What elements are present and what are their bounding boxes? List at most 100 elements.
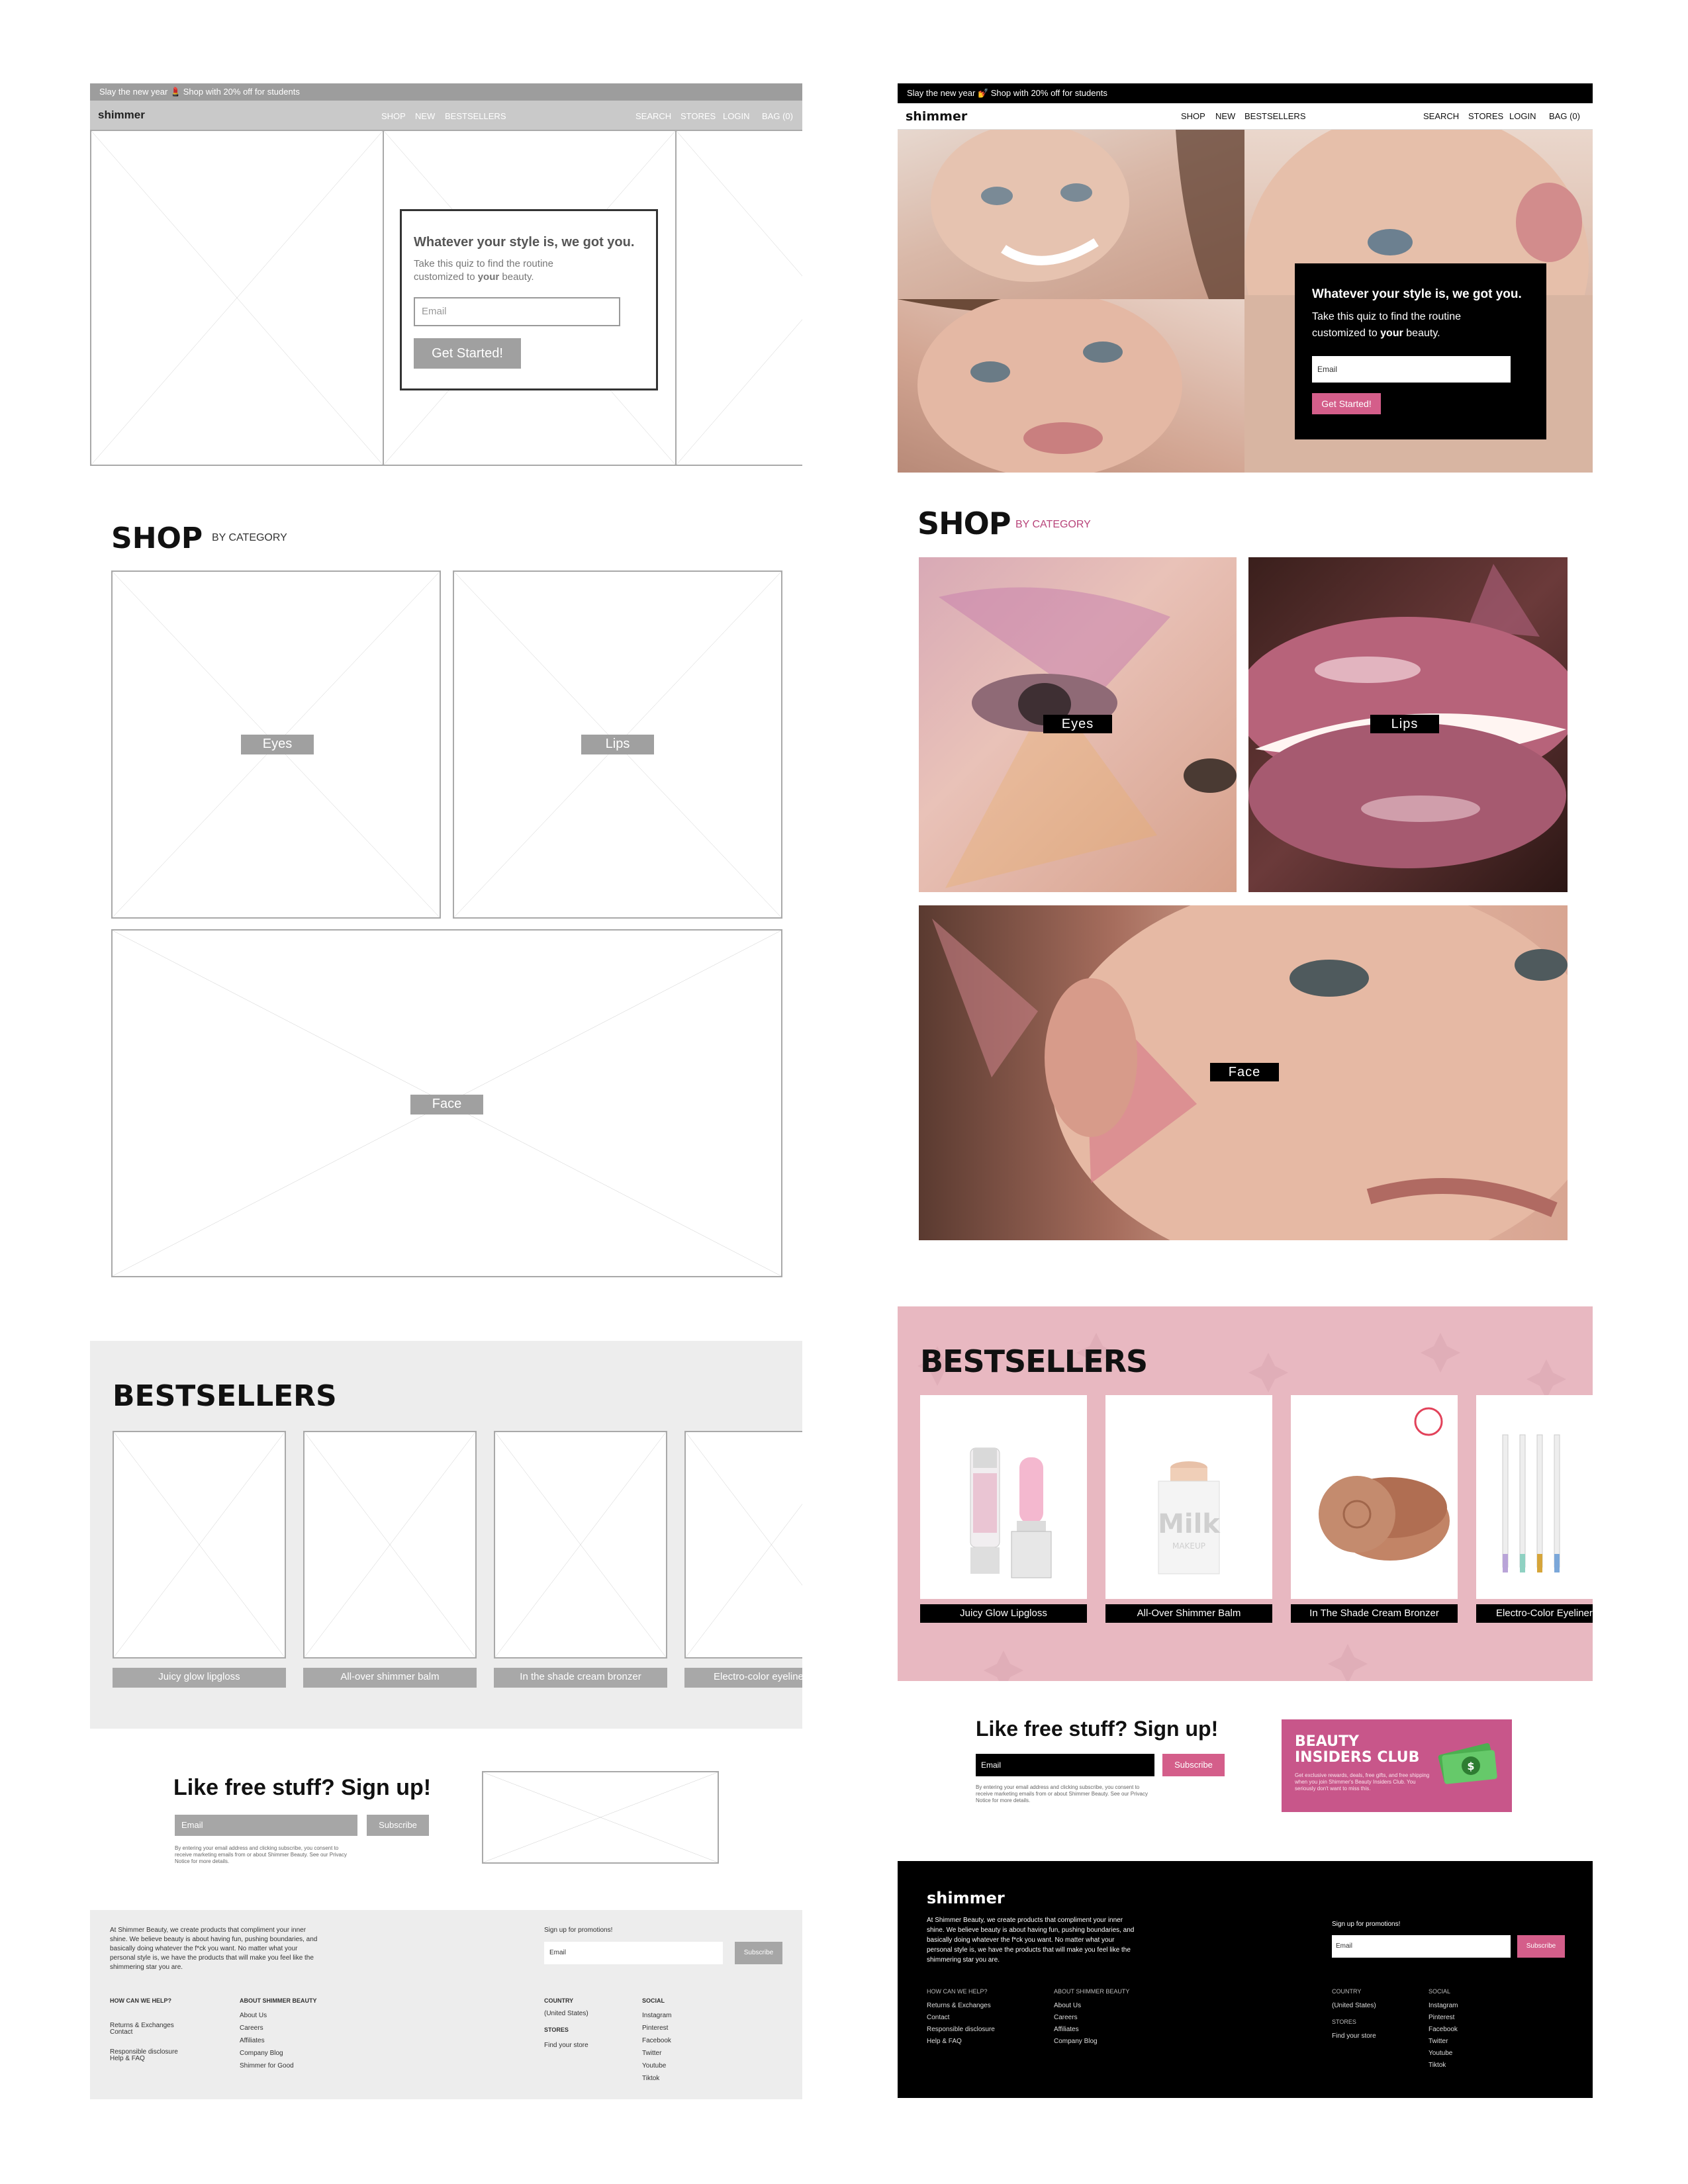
footer-help-link[interactable]: Returns & Exchanges Contact bbox=[110, 2023, 174, 2036]
footer-country[interactable]: (United States) bbox=[1332, 2000, 1376, 2012]
nav-bestsellers[interactable]: BESTSELLERS bbox=[445, 111, 506, 121]
footer-country-title: COUNTRY bbox=[544, 1997, 574, 2004]
quiz-body: Take this quiz to find the routine custo… bbox=[414, 258, 553, 283]
club-title: BEAUTY INSIDERS CLUB bbox=[1295, 1733, 1420, 1766]
svg-text:$: $ bbox=[1467, 1760, 1474, 1772]
nav-shop[interactable]: SHOP bbox=[1181, 111, 1205, 121]
nav-new[interactable]: NEW bbox=[415, 111, 435, 121]
footer-stores-link[interactable]: Find your store bbox=[1332, 2030, 1376, 2042]
footer-stores-title: STORES bbox=[544, 2026, 569, 2033]
category-lips-label[interactable]: Lips bbox=[581, 735, 654, 754]
nav-login[interactable]: LOGIN bbox=[1509, 111, 1536, 121]
svg-text:MAKEUP: MAKEUP bbox=[1172, 1541, 1205, 1551]
product-card[interactable] bbox=[1291, 1395, 1458, 1599]
announcement-bar: Slay the new year 💄 Shop with 20% off fo… bbox=[90, 83, 802, 101]
nav-search[interactable]: SEARCH bbox=[1423, 111, 1459, 121]
product-label[interactable]: In The Shade Cream Bronzer bbox=[1291, 1604, 1458, 1623]
hero-image-placeholder bbox=[675, 130, 802, 466]
nav-bar: shimmer SHOP NEW BESTSELLERS SEARCH STOR… bbox=[898, 103, 1593, 130]
product-label[interactable]: Electro-Color Eyeliner bbox=[1476, 1604, 1593, 1623]
product-label[interactable]: Electro-color eyeliner bbox=[684, 1668, 802, 1688]
footer-help-title: HOW CAN WE HELP? bbox=[110, 1997, 171, 2004]
get-started-button[interactable]: Get Started! bbox=[1312, 393, 1381, 414]
product-label[interactable]: In the shade cream bronzer bbox=[494, 1668, 667, 1688]
footer-help-link[interactable]: Responsible disclosure Help & FAQ bbox=[110, 2049, 178, 2062]
quiz-title: Whatever your style is, we got you. bbox=[1312, 287, 1522, 301]
product-card[interactable] bbox=[920, 1395, 1087, 1599]
nav-shop[interactable]: SHOP bbox=[381, 111, 406, 121]
footer-about: At Shimmer Beauty, we create products th… bbox=[110, 1927, 318, 1971]
footer-about-links[interactable]: About Us Careers Affiliates Company Blog Shi… bbox=[240, 2009, 294, 2072]
nav-bag[interactable]: BAG (0) bbox=[762, 111, 793, 121]
eyeliner-image bbox=[1502, 1434, 1560, 1572]
footer-promo-label: Sign up for promotions! bbox=[544, 1927, 613, 1934]
quiz-email-input[interactable]: Email bbox=[1312, 356, 1511, 383]
beauty-insiders-banner[interactable]: BEAUTY INSIDERS CLUB Get exclusive reward… bbox=[1282, 1719, 1512, 1812]
product-placeholder[interactable] bbox=[684, 1431, 802, 1659]
quiz-body: Take this quiz to find the routine custo… bbox=[1312, 311, 1462, 339]
shop-subtitle: BY CATEGORY bbox=[1015, 519, 1091, 530]
category-face-label[interactable]: Face bbox=[1210, 1063, 1279, 1081]
footer-social-links[interactable]: Instagram Pinterest Facebook Twitter Youtube… bbox=[642, 2009, 671, 2085]
category-eyes-label[interactable]: Eyes bbox=[1043, 715, 1112, 733]
signup-email-input[interactable]: Email bbox=[976, 1754, 1154, 1776]
category-eyes-label[interactable]: Eyes bbox=[241, 735, 314, 754]
cream-bronzer-image bbox=[1319, 1407, 1450, 1561]
signup-email-input[interactable]: Email bbox=[175, 1815, 357, 1836]
footer-help-links[interactable]: Returns & Exchanges Contact Responsible di… bbox=[927, 2000, 995, 2048]
lipgloss-image bbox=[970, 1447, 1052, 1578]
club-banner-placeholder[interactable] bbox=[482, 1771, 719, 1864]
bestsellers-section: BESTSELLERS Juicy Glow Lipgloss Milk MAK… bbox=[898, 1306, 1593, 1681]
footer-subscribe-button[interactable]: Subscribe bbox=[735, 1942, 782, 1964]
footer-subscribe-button[interactable]: Subscribe bbox=[1517, 1935, 1565, 1958]
footer-promo-label: Sign up for promotions! bbox=[1332, 1921, 1401, 1928]
nav-bag[interactable]: BAG (0) bbox=[1549, 111, 1580, 121]
category-lips-label[interactable]: Lips bbox=[1370, 715, 1439, 733]
signup-title: Like free stuff? Sign up! bbox=[173, 1775, 432, 1800]
product-label[interactable]: All-Over Shimmer Balm bbox=[1105, 1604, 1272, 1623]
nav-bestsellers[interactable]: BESTSELLERS bbox=[1244, 111, 1306, 121]
nav-login[interactable]: LOGIN bbox=[723, 111, 749, 121]
money-icon: $ bbox=[1438, 1743, 1497, 1784]
product-placeholder[interactable] bbox=[303, 1431, 477, 1659]
logo[interactable]: shimmer bbox=[906, 109, 967, 124]
nav-new[interactable]: NEW bbox=[1215, 111, 1235, 121]
footer-social-links[interactable]: Instagram Pinterest Facebook Twitter Youtube… bbox=[1429, 2000, 1458, 2071]
shop-title: SHOP bbox=[111, 522, 203, 555]
quiz-card: Whatever your style is, we got you. Take… bbox=[400, 209, 658, 390]
footer-about-title: ABOUT SHIMMER BEAUTY bbox=[1054, 1988, 1130, 1995]
footer: shimmer At Shimmer Beauty, we create pro… bbox=[898, 1861, 1593, 2098]
quiz-card: Whatever your style is, we got you. Take… bbox=[1295, 263, 1546, 439]
signup-title: Like free stuff? Sign up! bbox=[976, 1717, 1219, 1741]
announcement-text: Slay the new year 💅 Shop with 20% off fo… bbox=[907, 88, 1107, 98]
product-label[interactable]: Juicy glow lipgloss bbox=[113, 1668, 286, 1688]
product-label[interactable]: All-over shimmer balm bbox=[303, 1668, 477, 1688]
footer-country[interactable]: (United States) bbox=[544, 2009, 588, 2019]
footer-stores-title: STORES bbox=[1332, 2019, 1356, 2025]
footer-about-links[interactable]: About Us Careers Affiliates Company Blog bbox=[1054, 2000, 1098, 2048]
footer-social-title: SOCIAL bbox=[642, 1997, 665, 2004]
nav-stores[interactable]: STORES bbox=[1468, 111, 1503, 121]
product-card[interactable]: Milk MAKEUP bbox=[1105, 1395, 1272, 1599]
product-placeholder[interactable] bbox=[494, 1431, 667, 1659]
footer-social-title: SOCIAL bbox=[1429, 1988, 1451, 1995]
footer-country-title: COUNTRY bbox=[1332, 1988, 1362, 1995]
footer-help-title: HOW CAN WE HELP? bbox=[927, 1988, 988, 1995]
quiz-email-input[interactable]: Email bbox=[414, 297, 620, 326]
shop-subtitle: BY CATEGORY bbox=[212, 532, 287, 543]
footer-email-input[interactable]: Email bbox=[1332, 1935, 1511, 1958]
nav-stores[interactable]: STORES bbox=[680, 111, 716, 121]
footer: At Shimmer Beauty, we create products th… bbox=[90, 1910, 802, 2099]
product-label[interactable]: Juicy Glow Lipgloss bbox=[920, 1604, 1087, 1623]
product-card[interactable] bbox=[1476, 1395, 1593, 1599]
logo[interactable]: shimmer bbox=[98, 109, 145, 122]
signup-subscribe-button[interactable]: Subscribe bbox=[1162, 1754, 1225, 1776]
product-placeholder[interactable] bbox=[113, 1431, 286, 1659]
category-face-label[interactable]: Face bbox=[410, 1095, 483, 1115]
nav-search[interactable]: SEARCH bbox=[635, 111, 671, 121]
footer-logo[interactable]: shimmer bbox=[927, 1889, 1005, 1907]
footer-stores-link[interactable]: Find your store bbox=[544, 2041, 588, 2050]
signup-subscribe-button[interactable]: Subscribe bbox=[367, 1815, 429, 1836]
footer-email-input[interactable]: Email bbox=[544, 1942, 723, 1964]
get-started-button[interactable]: Get Started! bbox=[414, 338, 521, 369]
